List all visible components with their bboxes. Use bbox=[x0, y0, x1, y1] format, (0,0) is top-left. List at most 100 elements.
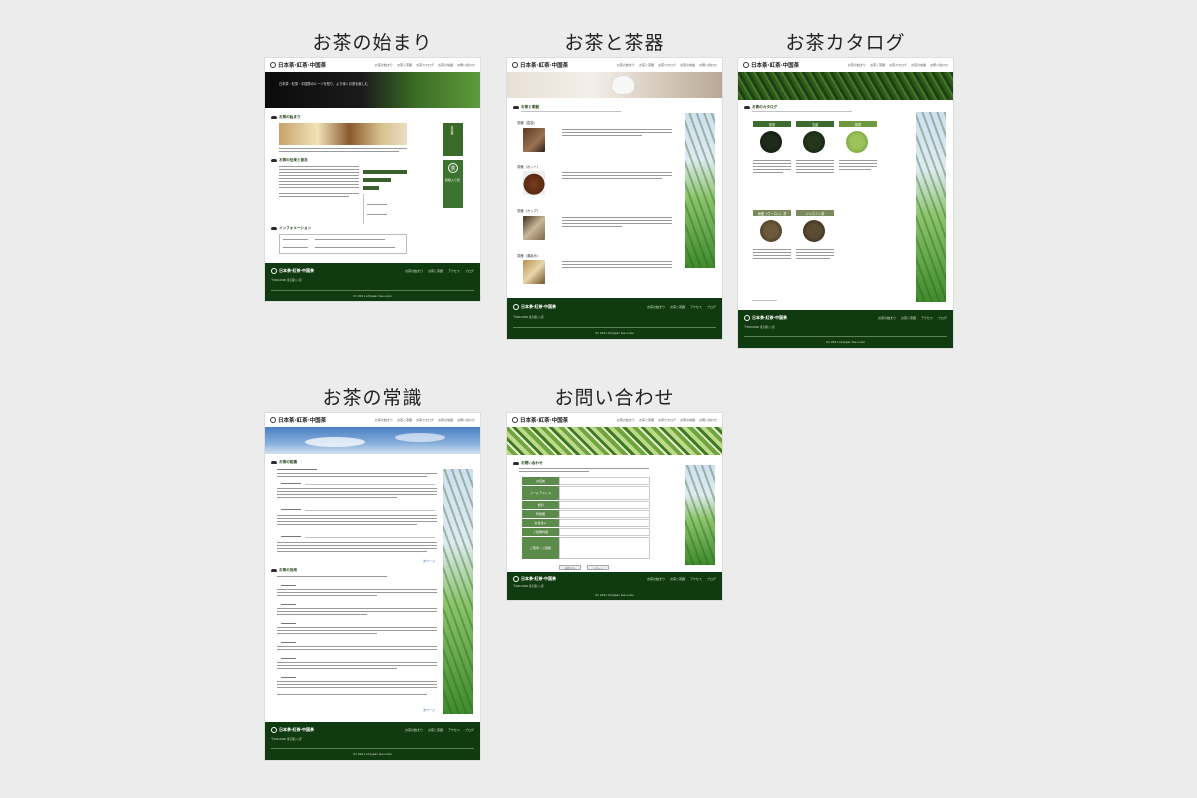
tea-field-sidebar bbox=[685, 465, 715, 565]
page-thumbnail-origin[interactable]: 日本茶·紅茶·中国茶 お茶の始まり お茶と茶器 お茶カタログ お茶の常識 お問い… bbox=[265, 58, 480, 301]
nav-item[interactable]: お茶と茶器 bbox=[397, 63, 412, 67]
promo-banner-top[interactable]: 日本茶 bbox=[443, 123, 463, 156]
page-thumbnail-catalog[interactable]: 日本茶·紅茶·中国茶 お茶の始まり お茶と茶器 お茶カタログ お茶の常識 お問い… bbox=[738, 58, 953, 348]
footer-link[interactable]: お茶と茶器 bbox=[428, 269, 443, 273]
tea-logo-icon bbox=[270, 417, 276, 423]
nav-item[interactable]: お茶の始まり bbox=[375, 418, 393, 422]
footer-link[interactable]: ブログ bbox=[465, 728, 474, 732]
nav-item[interactable]: お茶の始まり bbox=[375, 63, 393, 67]
nav-item[interactable]: お茶の始まり bbox=[617, 63, 635, 67]
footer-link[interactable]: ブログ bbox=[707, 577, 716, 581]
nav-item[interactable]: お茶の常識 bbox=[680, 63, 695, 67]
submit-button[interactable]: 送信する bbox=[559, 565, 581, 570]
gender-radio[interactable] bbox=[559, 501, 650, 509]
section-heading: お問い合わせ bbox=[513, 461, 543, 466]
teapot-icon bbox=[271, 461, 277, 464]
footer-link[interactable]: アクセス bbox=[690, 305, 702, 309]
nav-item[interactable]: お問い合わせ bbox=[930, 63, 948, 67]
nav-item[interactable]: お茶の始まり bbox=[617, 418, 635, 422]
footer-link[interactable]: アクセス bbox=[921, 316, 933, 320]
hero-banner: 日本茶・紅茶・中国茶のルーツを知り、より深くお茶を楽しむ bbox=[265, 72, 480, 108]
footer-link[interactable]: お茶の始まり bbox=[647, 577, 665, 581]
nav-item[interactable]: お問い合わせ bbox=[699, 63, 717, 67]
site-header: 日本茶·紅茶·中国茶 お茶の始まり お茶と茶器 お茶カタログ お茶の常識 お問い… bbox=[507, 413, 722, 427]
region-checkbox[interactable] bbox=[559, 519, 650, 527]
footer-link[interactable]: アクセス bbox=[690, 577, 702, 581]
footer-link[interactable]: ブログ bbox=[707, 305, 716, 309]
teaware-photo bbox=[523, 128, 545, 152]
site-footer: 日本茶·紅茶·中国茶 お茶の始まり お茶と茶器 アクセス ブログ 〒000-00… bbox=[507, 298, 722, 339]
footer-link[interactable]: アクセス bbox=[448, 728, 460, 732]
catalog-label: ジャスミン茶 bbox=[796, 210, 834, 216]
site-logo[interactable]: 日本茶·紅茶·中国茶 bbox=[512, 61, 568, 69]
hero-banner bbox=[507, 72, 722, 98]
page-thumbnail-contact[interactable]: 日本茶·紅茶·中国茶 お茶の始まり お茶と茶器 お茶カタログ お茶の常識 お問い… bbox=[507, 413, 722, 600]
footer-link[interactable]: ブログ bbox=[938, 316, 947, 320]
site-logo[interactable]: 日本茶·紅茶·中国茶 bbox=[270, 61, 326, 69]
page-thumbnail-knowledge[interactable]: 日本茶·紅茶·中国茶 お茶の始まり お茶と茶器 お茶カタログ お茶の常識 お問い… bbox=[265, 413, 480, 760]
nav-item[interactable]: お茶カタログ bbox=[416, 63, 434, 67]
next-page-link[interactable]: 次ページ bbox=[423, 559, 435, 563]
promo-banner-bottom[interactable]: 茶 和紙入り缶 bbox=[443, 160, 463, 208]
comment-textarea[interactable] bbox=[559, 537, 650, 559]
footer-link[interactable]: お茶と茶器 bbox=[670, 577, 685, 581]
field-label: ご意見・ご感想 bbox=[522, 537, 559, 559]
footer-link[interactable]: お茶と茶器 bbox=[901, 316, 916, 320]
item-heading: 茶器（湯呑み） bbox=[517, 254, 541, 258]
site-logo[interactable]: 日本茶·紅茶·中国茶 bbox=[512, 416, 568, 424]
site-logo[interactable]: 日本茶·紅茶·中国茶 bbox=[270, 416, 326, 424]
footer-copyright: (C) 2011 All Japan tea union bbox=[594, 331, 635, 335]
nav-item[interactable]: お茶と茶器 bbox=[639, 63, 654, 67]
global-nav: お茶の始まり お茶と茶器 お茶カタログ お茶の常識 お問い合わせ bbox=[617, 63, 717, 67]
catalog-label: 玉露 bbox=[796, 121, 834, 127]
global-nav: お茶の始まり お茶と茶器 お茶カタログ お茶の常識 お問い合わせ bbox=[848, 63, 948, 67]
tea-leaf-image bbox=[803, 220, 825, 242]
nav-item[interactable]: お問い合わせ bbox=[699, 418, 717, 422]
nav-item[interactable]: お茶の常識 bbox=[911, 63, 926, 67]
teaware-photo bbox=[523, 216, 545, 240]
field-label: ご質問内容 bbox=[522, 528, 559, 536]
footer-link[interactable]: お茶の始まり bbox=[878, 316, 896, 320]
site-logo[interactable]: 日本茶·紅茶·中国茶 bbox=[743, 61, 799, 69]
footer-copyright: (C) 2011 All Japan tea union bbox=[352, 294, 393, 298]
tea-logo-icon bbox=[271, 727, 277, 733]
section-heading: お茶のカタログ bbox=[744, 105, 777, 110]
next-page-link[interactable]: 次ページ bbox=[423, 708, 435, 712]
footer-link[interactable]: お茶の始まり bbox=[405, 269, 423, 273]
card-title-catalog: お茶カタログ bbox=[785, 32, 906, 54]
footer-link[interactable]: お茶の始まり bbox=[405, 728, 423, 732]
tea-field-sidebar bbox=[685, 113, 715, 268]
nav-item[interactable]: お問い合わせ bbox=[457, 418, 475, 422]
footer-link[interactable]: ブログ bbox=[465, 269, 474, 273]
nav-item[interactable]: お茶と茶器 bbox=[397, 418, 412, 422]
page-thumbnail-teaware[interactable]: 日本茶·紅茶·中国茶 お茶の始まり お茶と茶器 お茶カタログ お茶の常識 お問い… bbox=[507, 58, 722, 339]
field-label: お名前 bbox=[522, 477, 559, 485]
tea-logo-icon bbox=[512, 417, 518, 423]
footer-link[interactable]: お茶と茶器 bbox=[428, 728, 443, 732]
nav-item[interactable]: お茶と茶器 bbox=[870, 63, 885, 67]
nav-item[interactable]: お茶の常識 bbox=[680, 418, 695, 422]
reset-button[interactable]: リセット bbox=[587, 565, 609, 570]
nav-item[interactable]: お茶の常識 bbox=[438, 418, 453, 422]
age-select[interactable] bbox=[559, 510, 650, 518]
section-heading: インフォメーション bbox=[271, 226, 311, 231]
nav-item[interactable]: お問い合わせ bbox=[457, 63, 475, 67]
footer-link[interactable]: お茶の始まり bbox=[647, 305, 665, 309]
hero-banner bbox=[507, 427, 722, 455]
name-field[interactable] bbox=[559, 477, 650, 485]
nav-item[interactable]: お茶カタログ bbox=[416, 418, 434, 422]
nav-item[interactable]: お茶カタログ bbox=[658, 63, 676, 67]
footer-link[interactable]: アクセス bbox=[448, 269, 460, 273]
nav-item[interactable]: お茶の始まり bbox=[848, 63, 866, 67]
nav-item[interactable]: お茶カタログ bbox=[889, 63, 907, 67]
email-field[interactable] bbox=[559, 486, 650, 500]
question-select[interactable] bbox=[559, 528, 650, 536]
footer-copyright: (C) 2011 All Japan tea union bbox=[594, 593, 635, 597]
info-table bbox=[279, 234, 407, 254]
nav-item[interactable]: お茶カタログ bbox=[658, 418, 676, 422]
tea-logo-icon bbox=[743, 62, 749, 68]
teapot-photo bbox=[612, 76, 634, 94]
nav-item[interactable]: お茶の常識 bbox=[438, 63, 453, 67]
footer-link[interactable]: お茶と茶器 bbox=[670, 305, 685, 309]
nav-item[interactable]: お茶と茶器 bbox=[639, 418, 654, 422]
